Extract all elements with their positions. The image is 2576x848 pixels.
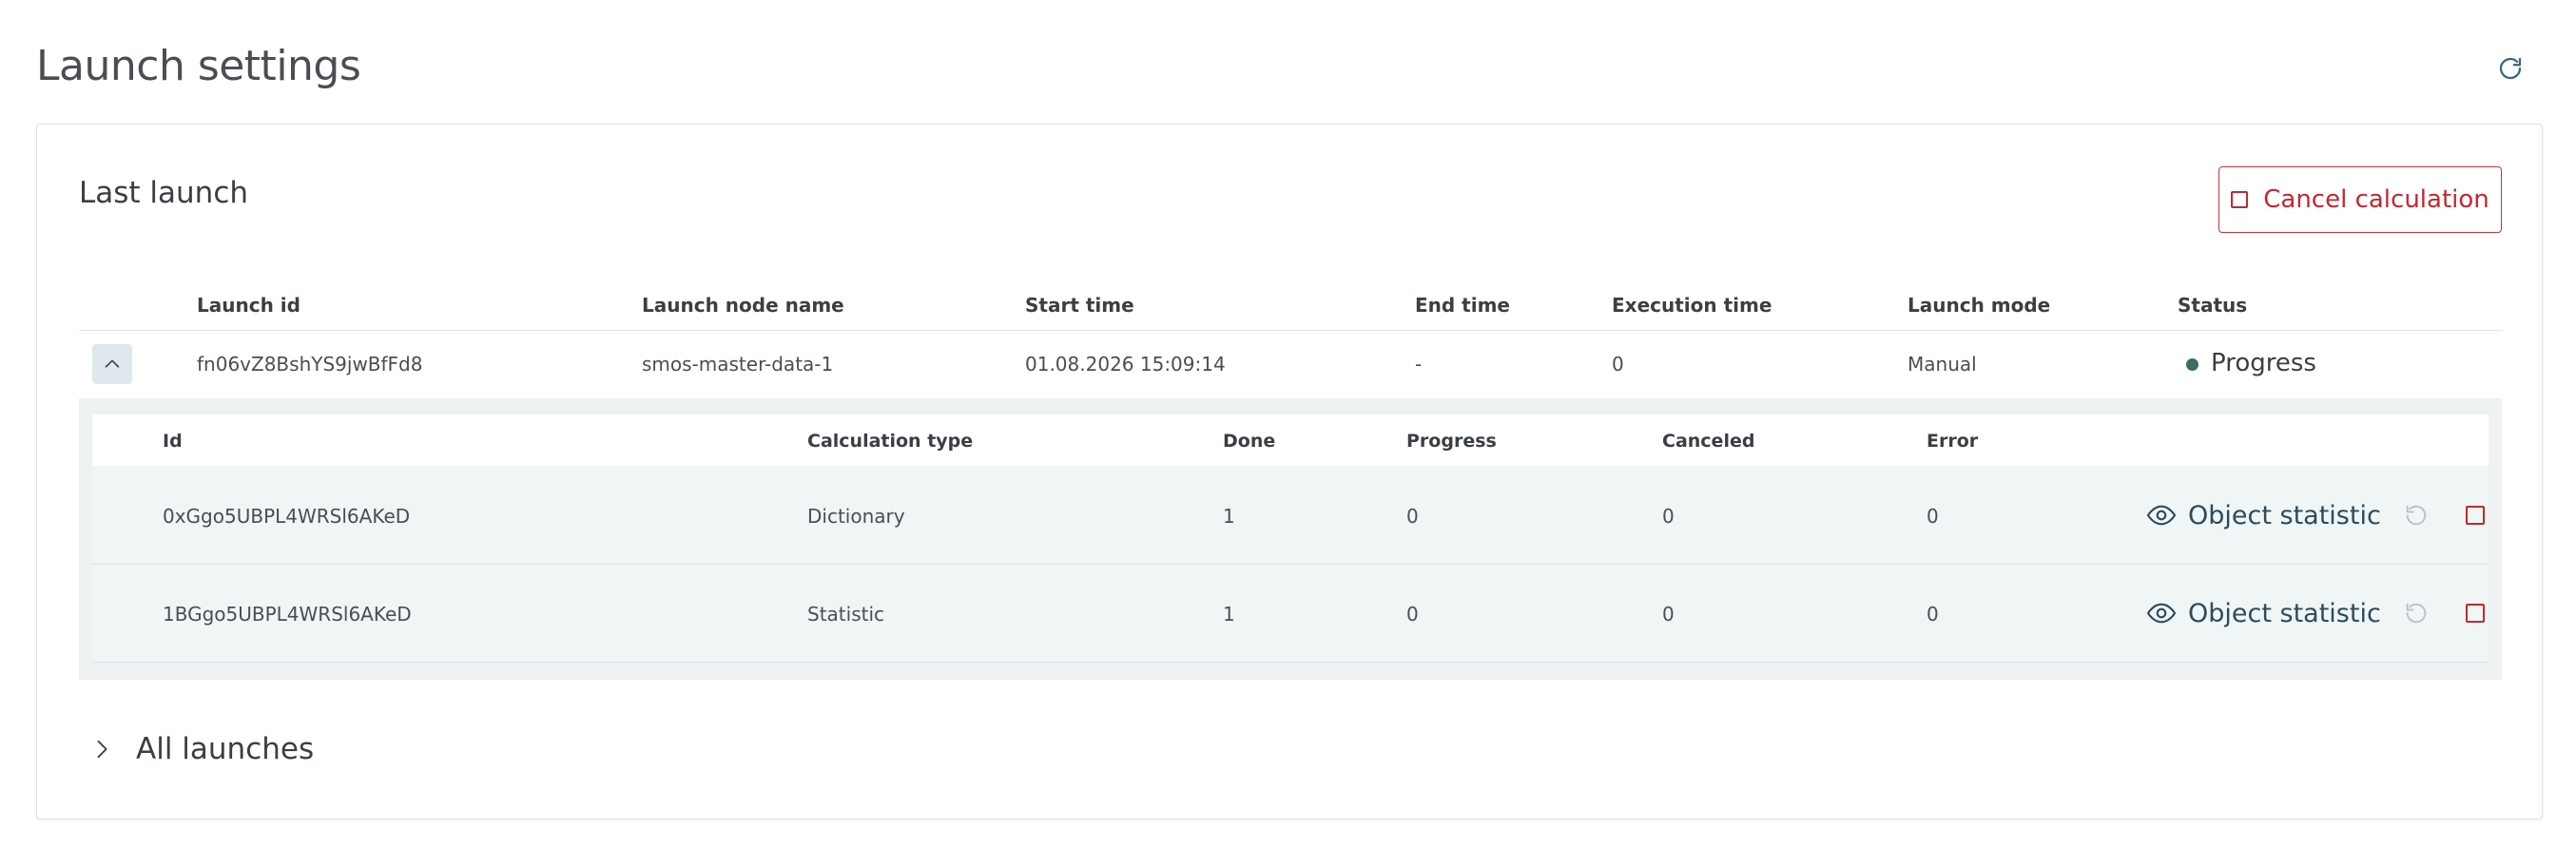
section-title-last-launch: Last launch — [79, 176, 249, 210]
undo-icon — [2406, 603, 2427, 624]
calculation-id-value: 0xGgo5UBPL4WRSl6AKeD — [163, 505, 411, 528]
end-time-value: - — [1415, 353, 1423, 376]
calculation-subtable: Id Calculation type Done Progress Cancel… — [79, 398, 2502, 680]
eye-icon — [2146, 505, 2177, 526]
status-badge: Progress — [2211, 349, 2316, 377]
launch-table-header: Launch id Launch node name Start time En… — [79, 277, 2502, 331]
collapse-row-button[interactable] — [92, 344, 132, 384]
column-header-canceled: Canceled — [1662, 431, 1755, 452]
launch-node-name-value: smos-master-data-1 — [642, 353, 834, 376]
retry-button[interactable] — [2403, 502, 2431, 530]
stop-square-icon — [2231, 191, 2249, 208]
progress-value: 0 — [1406, 505, 1419, 528]
column-header-progress: Progress — [1406, 431, 1497, 452]
object-statistic-button[interactable]: Object statistic — [2146, 496, 2381, 534]
object-statistic-label: Object statistic — [2188, 598, 2381, 628]
object-statistic-label: Object statistic — [2188, 500, 2381, 530]
all-launches-toggle[interactable]: All launches — [79, 725, 314, 773]
column-header-end-time: End time — [1415, 294, 1510, 317]
refresh-button[interactable] — [2493, 51, 2528, 86]
column-header-calculation-type: Calculation type — [807, 431, 974, 452]
column-header-start-time: Start time — [1025, 294, 1134, 317]
progress-value: 0 — [1406, 603, 1419, 626]
all-launches-label: All launches — [136, 732, 315, 766]
retry-button[interactable] — [2403, 600, 2431, 628]
calculation-id-value: 1BGgo5UBPL4WRSl6AKeD — [163, 603, 412, 626]
table-row: fn06vZ8BshYS9jwBfFd8 smos-master-data-1 … — [79, 330, 2502, 398]
column-header-status: Status — [2178, 294, 2248, 317]
chevron-right-icon — [97, 740, 107, 759]
status-dot-icon — [2186, 358, 2198, 371]
stop-calculation-button[interactable] — [2466, 604, 2485, 623]
stop-calculation-button[interactable] — [2466, 506, 2485, 525]
start-time-value: 01.08.2026 15:09:14 — [1025, 353, 1226, 376]
done-value: 1 — [1223, 603, 1235, 626]
cancel-calculation-button[interactable]: Cancel calculation — [2218, 166, 2502, 233]
calculation-type-value: Dictionary — [807, 505, 905, 528]
eye-icon — [2146, 603, 2177, 624]
column-header-done: Done — [1223, 431, 1276, 452]
last-launch-card: Last launch Cancel calculation Launch id… — [36, 124, 2543, 819]
launch-mode-value: Manual — [1908, 353, 1977, 376]
canceled-value: 0 — [1662, 505, 1675, 528]
column-header-launch-id: Launch id — [197, 294, 300, 317]
launch-id-value: fn06vZ8BshYS9jwBfFd8 — [197, 353, 423, 376]
table-row: 0xGgo5UBPL4WRSl6AKeD Dictionary 1 0 0 0 … — [92, 467, 2489, 565]
refresh-icon — [2499, 57, 2522, 80]
error-value: 0 — [1927, 505, 1939, 528]
canceled-value: 0 — [1662, 603, 1675, 626]
subtable-header: Id Calculation type Done Progress Cancel… — [92, 414, 2489, 466]
error-value: 0 — [1927, 603, 1939, 626]
undo-icon — [2406, 505, 2427, 526]
execution-time-value: 0 — [1612, 353, 1624, 376]
calculation-type-value: Statistic — [807, 603, 885, 626]
object-statistic-button[interactable]: Object statistic — [2146, 594, 2381, 632]
column-header-execution-time: Execution time — [1612, 294, 1772, 317]
chevron-up-icon — [105, 359, 120, 368]
column-header-error: Error — [1927, 431, 1979, 452]
done-value: 1 — [1223, 505, 1235, 528]
cancel-calculation-label: Cancel calculation — [2263, 185, 2489, 214]
column-header-launch-mode: Launch mode — [1908, 294, 2051, 317]
table-row: 1BGgo5UBPL4WRSl6AKeD Statistic 1 0 0 0 O… — [92, 565, 2489, 663]
page-title: Launch settings — [36, 42, 361, 90]
column-header-id: Id — [163, 431, 183, 452]
column-header-launch-node-name: Launch node name — [642, 294, 844, 317]
